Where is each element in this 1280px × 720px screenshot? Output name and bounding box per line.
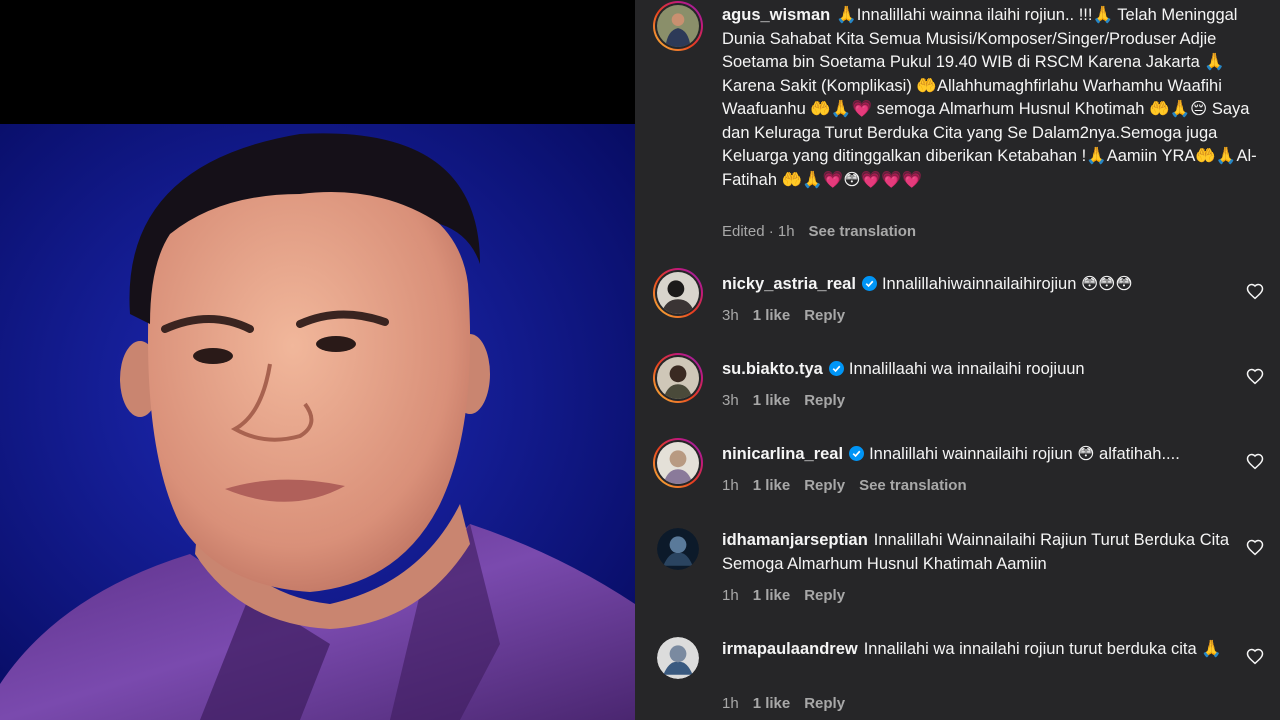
verified-badge-icon [861, 276, 877, 291]
caption-username[interactable]: agus_wisman [722, 6, 830, 24]
comment-body: su.biakto.tya Innalillaahi wa innailaihi … [722, 358, 1262, 382]
comment-time: 1h [722, 695, 739, 712]
comment-meta: 3h 1 like Reply [722, 307, 859, 324]
user-avatar-image [657, 637, 699, 679]
caption-text: 🙏Innalillahi wainna ilaihi rojiun.. !!!🙏… [722, 6, 1257, 189]
comment-body: irmapaulaandrew Innalilahi wa innailahi r… [722, 638, 1262, 662]
comment-text: Innalillahiwainnailaihirojiun 😳😳😳 [881, 275, 1133, 293]
comment-avatar[interactable] [653, 353, 703, 403]
comment-time: 1h [722, 587, 739, 604]
caption-edited: Edited · 1h [722, 223, 795, 240]
comment-likes[interactable]: 1 like [753, 587, 791, 604]
comment-time: 1h [722, 477, 739, 494]
reply-button[interactable]: Reply [804, 695, 845, 712]
post-photo [0, 0, 635, 720]
user-avatar-image [657, 528, 699, 570]
comment-avatar[interactable] [657, 528, 699, 570]
user-avatar-image [657, 272, 699, 314]
comment-avatar[interactable] [653, 438, 703, 488]
heart-outline-icon[interactable] [1246, 453, 1264, 471]
comment-time: 3h [722, 392, 739, 409]
comment-meta: 1h 1 like Reply [722, 587, 859, 604]
reply-button[interactable]: Reply [804, 477, 845, 494]
comment-avatar[interactable] [653, 268, 703, 318]
comments-panel[interactable]: agus_wisman 🙏Innalillahi wainna ilaihi ro… [635, 0, 1280, 720]
comment-likes[interactable]: 1 like [753, 477, 791, 494]
comment-username[interactable]: nicky_astria_real [722, 275, 856, 293]
comment-username[interactable]: su.biakto.tya [722, 360, 823, 378]
comment-text: Innalillaahi wa innailaihi roojiuun [848, 360, 1085, 378]
comment-text: Innalillahi wainnailaihi rojiun 😳 alfati… [869, 445, 1180, 463]
see-translation-link[interactable]: See translation [809, 223, 917, 240]
comment-username[interactable]: irmapaulaandrew [722, 640, 858, 658]
see-translation-link[interactable]: See translation [859, 477, 967, 494]
user-avatar-image [657, 357, 699, 399]
comment-meta: 3h 1 like Reply [722, 392, 859, 409]
comment-body: nicky_astria_real Innalillahiwainnailaihi… [722, 273, 1262, 297]
comment-meta: 1h 1 like Reply See translation [722, 477, 981, 494]
comment-username[interactable]: ninicarlina_real [722, 445, 843, 463]
user-avatar-image [657, 5, 699, 47]
comment-username[interactable]: idhamanjarseptian [722, 531, 868, 549]
heart-outline-icon[interactable] [1246, 283, 1264, 301]
caption-avatar[interactable] [653, 1, 703, 51]
comment-time: 3h [722, 307, 739, 324]
reply-button[interactable]: Reply [804, 392, 845, 409]
reply-button[interactable]: Reply [804, 587, 845, 604]
verified-badge-icon [849, 446, 865, 461]
heart-outline-icon[interactable] [1246, 648, 1264, 666]
caption-meta: Edited · 1h See translation [722, 223, 930, 240]
portrait-image [0, 124, 635, 720]
comment-likes[interactable]: 1 like [753, 695, 791, 712]
comment-likes[interactable]: 1 like [753, 307, 791, 324]
comment-likes[interactable]: 1 like [753, 392, 791, 409]
comment-body: ninicarlina_real Innalillahi wainnailaihi… [722, 443, 1262, 467]
comment-body: idhamanjarseptian Innalillahi Wainnailaih… [722, 529, 1262, 576]
heart-outline-icon[interactable] [1246, 368, 1264, 386]
comment-avatar[interactable] [657, 637, 699, 679]
heart-outline-icon[interactable] [1246, 539, 1264, 557]
comment-meta: 1h 1 like Reply [722, 695, 859, 712]
reply-button[interactable]: Reply [804, 307, 845, 324]
caption-body: agus_wisman 🙏Innalillahi wainna ilaihi ro… [722, 4, 1262, 192]
verified-badge-icon [828, 361, 844, 376]
comment-text: Innalilahi wa innailahi rojiun turut ber… [863, 640, 1222, 658]
user-avatar-image [657, 442, 699, 484]
